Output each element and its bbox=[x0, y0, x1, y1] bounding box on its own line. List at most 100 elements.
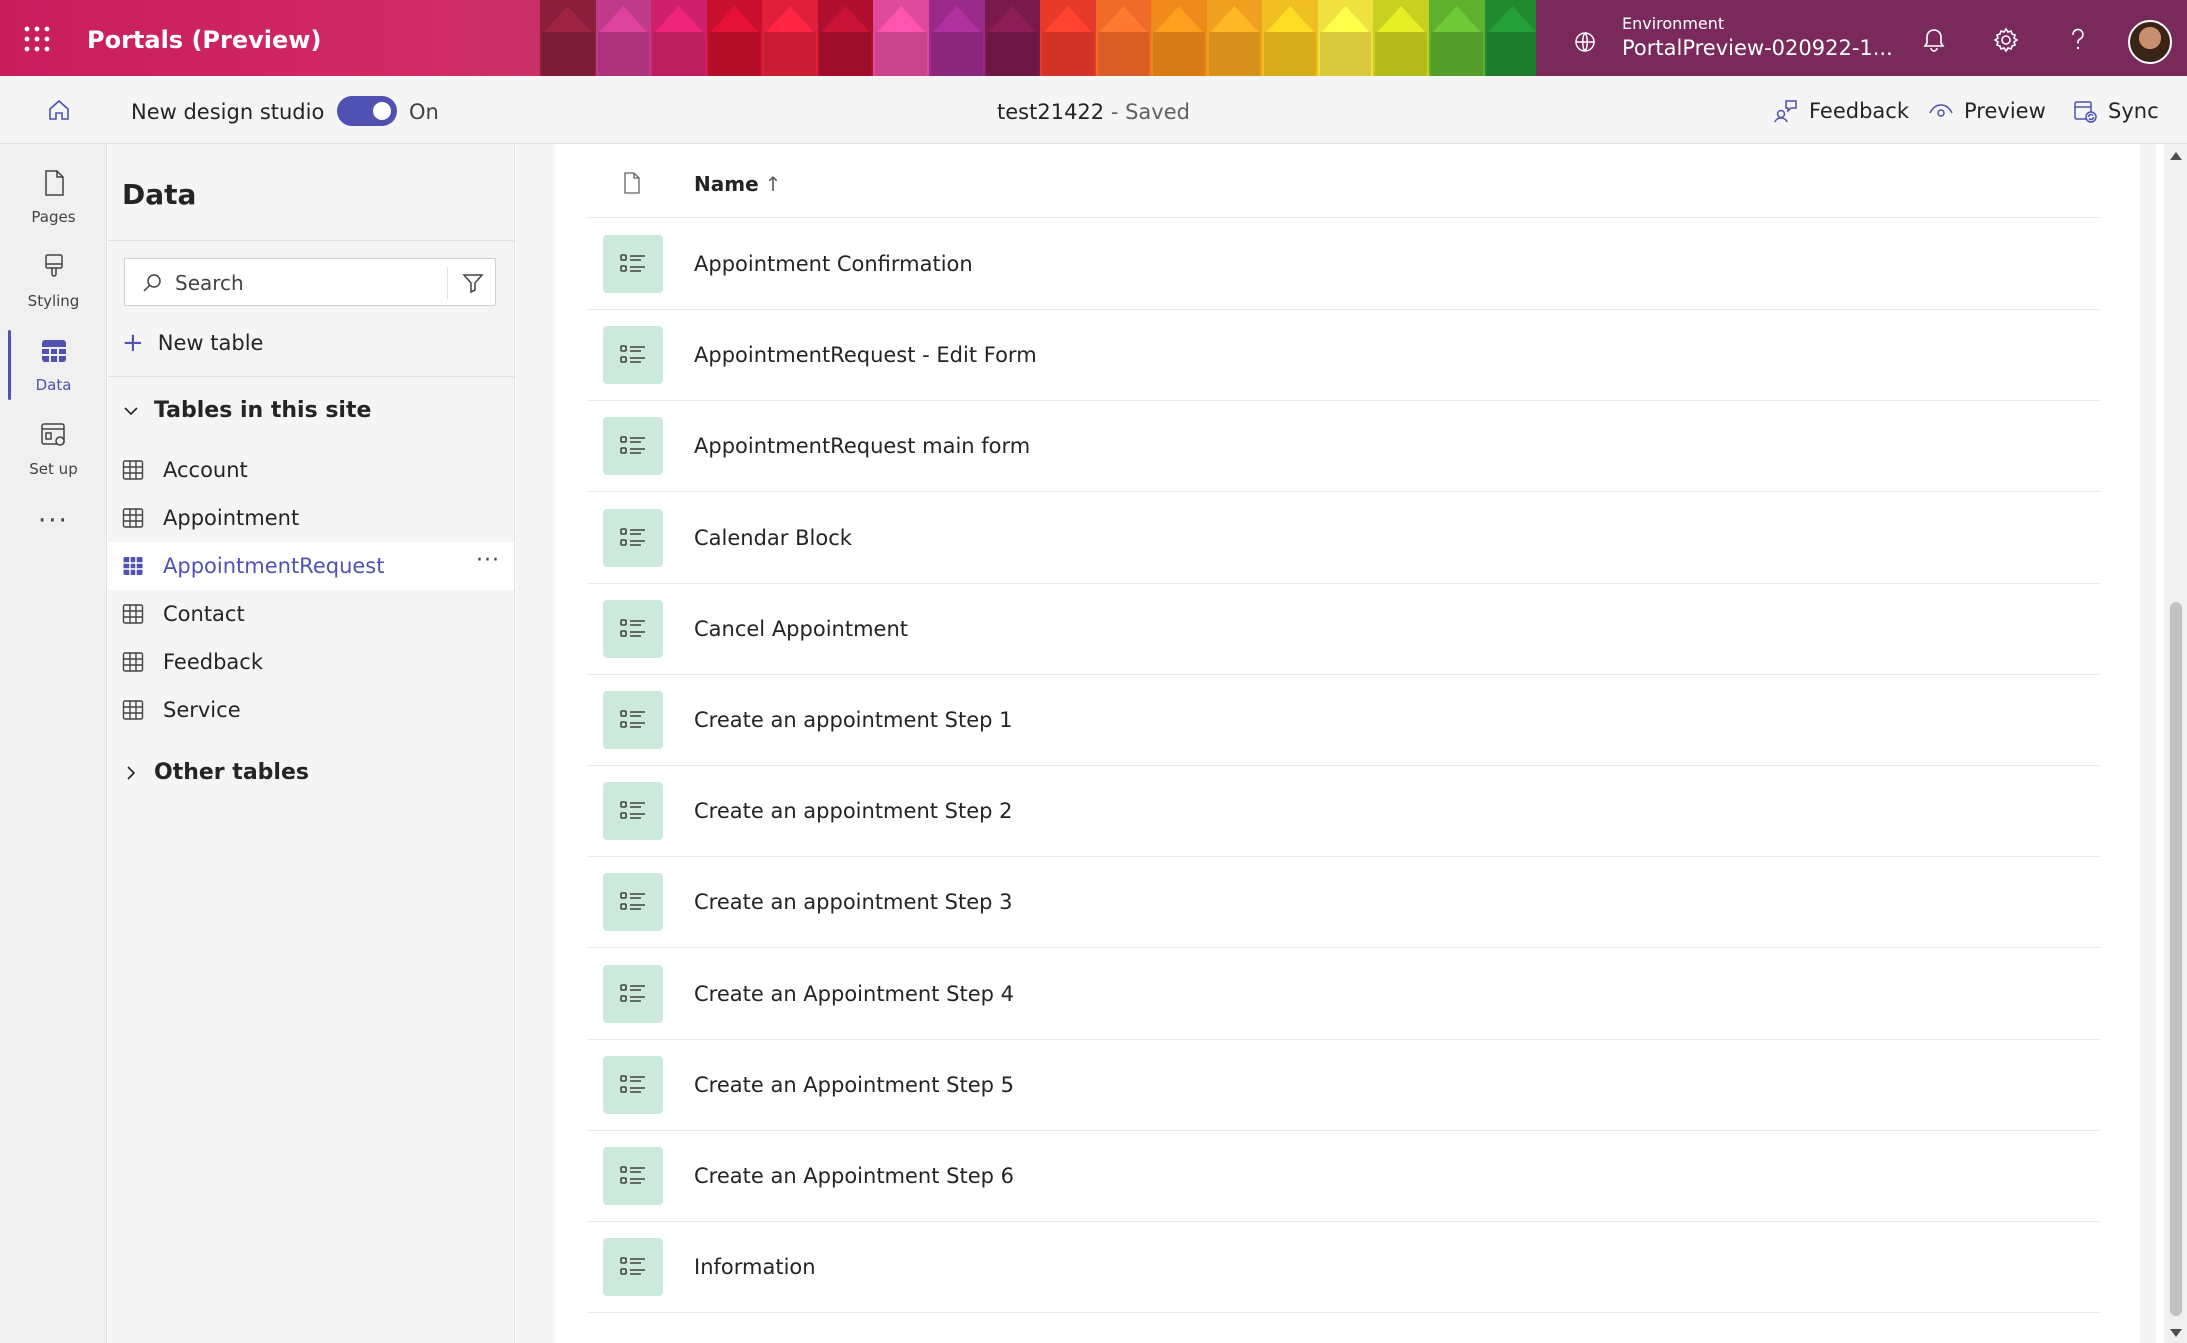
new-table-label: New table bbox=[157, 331, 264, 355]
list-item[interactable]: Calendar Block bbox=[587, 493, 2100, 584]
rail-item-setup[interactable]: Set up bbox=[0, 408, 107, 490]
form-icon-tile bbox=[603, 1147, 663, 1205]
panel-title: Data bbox=[122, 178, 197, 211]
rail-label-pages: Pages bbox=[31, 208, 76, 226]
list-item[interactable]: Create an Appointment Step 4 bbox=[587, 949, 2100, 1040]
list-item-label: Create an appointment Step 1 bbox=[694, 708, 1013, 732]
feedback-button[interactable]: Feedback bbox=[1773, 96, 1909, 126]
divider bbox=[108, 376, 515, 377]
form-icon bbox=[620, 710, 645, 728]
paintbrush-icon bbox=[45, 254, 63, 277]
table-item-appointmentrequest[interactable]: AppointmentRequest ··· bbox=[108, 542, 514, 590]
more-icon[interactable]: ··· bbox=[38, 506, 69, 536]
form-icon bbox=[620, 436, 645, 455]
form-icon bbox=[620, 1074, 645, 1093]
list-item-label: Create an Appointment Step 4 bbox=[694, 981, 1015, 1006]
list-item[interactable]: Create an appointment Step 2 bbox=[587, 766, 2100, 858]
form-icon-tile bbox=[603, 1055, 663, 1114]
form-icon-tile bbox=[603, 964, 663, 1023]
help-icon[interactable] bbox=[2064, 26, 2092, 54]
list-item-label: Appointment Confirmation bbox=[694, 252, 973, 276]
list-item-label: Create an appointment Step 2 bbox=[694, 799, 1013, 824]
main-content: Name ↑ Appointment Confirmation Appointmen… bbox=[516, 144, 2156, 1343]
chevron-down-icon bbox=[124, 406, 138, 415]
file-icon bbox=[624, 172, 640, 194]
more-options-icon[interactable]: ··· bbox=[476, 548, 500, 573]
preview-label: Preview bbox=[1964, 99, 2046, 123]
table-item-label: Feedback bbox=[163, 650, 264, 674]
form-icon bbox=[620, 801, 645, 819]
table-icon bbox=[123, 557, 143, 575]
save-status: - Saved bbox=[1104, 100, 1190, 124]
user-avatar[interactable] bbox=[2128, 20, 2172, 64]
filter-icon[interactable] bbox=[461, 271, 485, 295]
table-item-feedback[interactable]: Feedback bbox=[108, 638, 514, 686]
table-item-account[interactable]: Account bbox=[108, 446, 514, 494]
list-item[interactable]: Create an Appointment Step 6 bbox=[587, 1131, 2100, 1222]
list-item-label: Create an appointment Step 3 bbox=[694, 890, 1013, 915]
table-icon bbox=[42, 340, 66, 362]
column-header-label: Name bbox=[694, 172, 759, 196]
sync-button[interactable]: Sync bbox=[2072, 96, 2159, 126]
new-table-button[interactable]: + New table bbox=[122, 330, 263, 356]
list-item-label: AppointmentRequest main form bbox=[694, 434, 1031, 459]
list-item[interactable]: Create an appointment Step 3 bbox=[587, 857, 2100, 949]
header-banner-image bbox=[540, 0, 1541, 76]
form-icon-tile bbox=[603, 326, 663, 385]
list-item[interactable]: Create an Appointment Step 5 bbox=[587, 1040, 2100, 1131]
list-item-label: Calendar Block bbox=[694, 525, 852, 550]
gear-icon[interactable] bbox=[1992, 26, 2020, 54]
search-icon bbox=[143, 274, 161, 292]
scroll-down-icon[interactable] bbox=[2170, 1329, 2182, 1337]
bell-icon[interactable] bbox=[1920, 26, 1948, 54]
scrollbar[interactable] bbox=[2164, 144, 2187, 1343]
other-tables-label: Other tables bbox=[154, 760, 309, 785]
list-header: Name ↑ bbox=[587, 144, 2100, 218]
form-icon bbox=[620, 1257, 645, 1275]
app-launcher-icon[interactable] bbox=[22, 24, 52, 54]
search-input[interactable] bbox=[175, 269, 415, 297]
table-item-label: Appointment bbox=[163, 506, 300, 530]
form-icon bbox=[620, 1166, 645, 1184]
search-box bbox=[124, 258, 496, 306]
rail-label-data: Data bbox=[35, 376, 72, 394]
table-icon bbox=[122, 652, 144, 672]
list-item[interactable]: AppointmentRequest main form bbox=[587, 401, 2100, 493]
list-item[interactable]: Appointment Confirmation bbox=[587, 219, 2100, 310]
rail-item-styling[interactable]: Styling bbox=[0, 240, 107, 322]
table-item-label: Contact bbox=[163, 602, 245, 626]
list-item[interactable]: Create an appointment Step 1 bbox=[587, 675, 2100, 766]
list-item[interactable]: Information bbox=[587, 1222, 2100, 1314]
preview-button[interactable]: Preview bbox=[1928, 96, 2046, 126]
rail-item-pages[interactable]: Pages bbox=[0, 156, 107, 238]
sync-icon bbox=[2074, 101, 2097, 123]
table-item-label: Account bbox=[163, 458, 248, 482]
table-icon bbox=[122, 700, 144, 720]
table-item-service[interactable]: Service bbox=[108, 686, 514, 734]
data-panel: Data + New table Tables in this site Acc… bbox=[108, 144, 515, 1343]
table-icon bbox=[122, 604, 144, 624]
form-icon-tile bbox=[603, 691, 663, 749]
rail-item-data[interactable]: Data bbox=[0, 324, 107, 406]
table-item-contact[interactable]: Contact bbox=[108, 590, 514, 638]
column-header-name[interactable]: Name ↑ bbox=[694, 172, 781, 196]
list-item[interactable]: AppointmentRequest - Edit Form bbox=[587, 310, 2100, 402]
form-icon-tile bbox=[603, 599, 663, 658]
table-icon bbox=[122, 508, 144, 528]
scrollbar-thumb[interactable] bbox=[2170, 602, 2182, 1316]
scroll-up-icon[interactable] bbox=[2170, 152, 2182, 160]
environment-name[interactable]: PortalPreview-020922-1... bbox=[1622, 36, 1893, 60]
forms-list: Name ↑ Appointment Confirmation Appointmen… bbox=[555, 144, 2140, 1343]
command-bar: New design studio On test21422 - Saved F… bbox=[0, 76, 2187, 144]
tables-in-site-header[interactable]: Tables in this site bbox=[122, 398, 371, 423]
other-tables-header[interactable]: Other tables bbox=[122, 760, 309, 785]
form-icon-tile bbox=[603, 782, 663, 841]
form-icon-tile bbox=[603, 417, 663, 476]
table-item-label: AppointmentRequest bbox=[163, 554, 385, 578]
form-icon bbox=[620, 618, 645, 637]
table-icon bbox=[122, 460, 144, 480]
app-header: Portals (Preview) Environment PortalPrev… bbox=[0, 0, 2187, 76]
list-item[interactable]: Cancel Appointment bbox=[587, 584, 2100, 675]
table-item-appointment[interactable]: Appointment bbox=[108, 494, 514, 542]
sort-ascending-icon: ↑ bbox=[764, 172, 782, 196]
